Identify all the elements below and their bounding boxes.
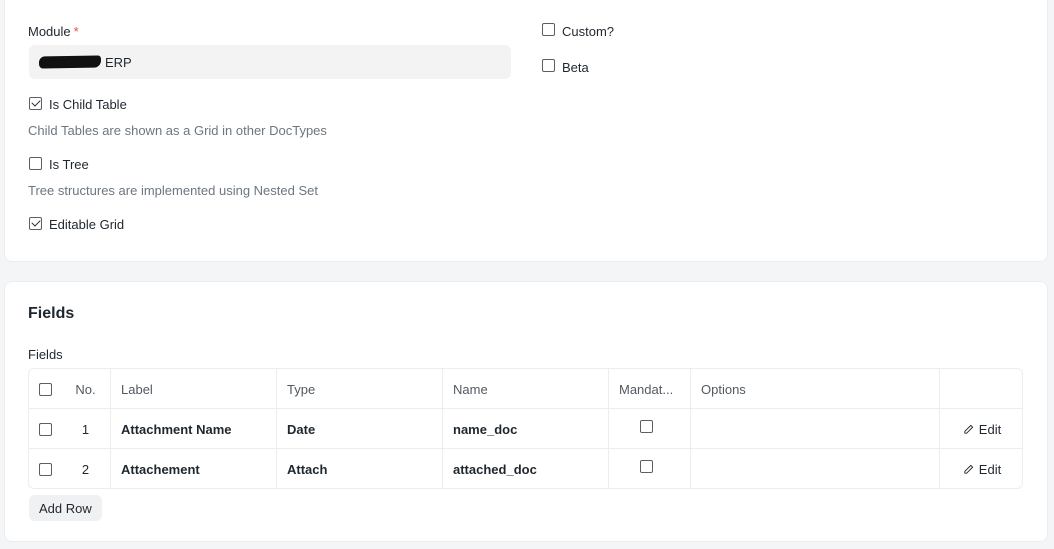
custom-label: Custom? [562,24,615,39]
column-header-actions [940,369,1022,409]
row-mandatory-cell [609,409,691,449]
row-select-checkbox[interactable] [39,462,52,476]
row-type[interactable]: Attach [277,449,443,488]
editable-grid-checkbox[interactable] [29,217,42,230]
fields-grid-label: Fields [28,347,63,362]
module-field[interactable]: ERP [29,45,511,79]
grid-header-row: No. Label Type Name Mandat... Options [29,369,1022,409]
column-header-name: Name [443,369,609,409]
column-header-mandatory: Mandat... [609,369,691,409]
is-tree-description: Tree structures are implemented using Ne… [28,183,318,198]
row-edit-cell: Edit [940,409,1022,449]
row-edit-cell: Edit [940,449,1022,488]
column-header-type: Type [277,369,443,409]
grid-select-all-cell [29,369,61,409]
row-options[interactable] [691,409,940,449]
row-name[interactable]: attached_doc [443,449,609,488]
row-edit-button[interactable]: Edit [963,462,1001,477]
column-header-label: Label [111,369,277,409]
row-select-checkbox[interactable] [39,422,52,436]
is-child-table-checkbox[interactable] [29,97,42,110]
custom-checkbox[interactable] [542,23,555,36]
module-label: Module * [28,24,79,39]
fields-grid: No. Label Type Name Mandat... Options 1 … [28,368,1023,489]
pencil-icon [963,464,974,475]
redacted-text [38,55,102,69]
row-edit-label: Edit [978,421,1002,437]
row-mandatory-checkbox[interactable] [640,419,653,433]
row-number: 2 [61,449,111,488]
table-row[interactable]: 1 Attachment Name Date name_doc Edit [29,409,1022,449]
row-number: 1 [61,409,111,449]
row-label[interactable]: Attachment Name [111,409,277,449]
row-label[interactable]: Attachement [111,449,277,488]
required-mark: * [73,24,79,39]
is-child-table-description: Child Tables are shown as a Grid in othe… [28,123,327,138]
pencil-icon [963,424,974,435]
row-edit-label: Edit [978,461,1002,477]
is-tree-checkbox[interactable] [29,157,42,170]
doctype-settings-card: Module * ERP Custom? Beta Is Child Table … [4,0,1048,262]
row-select-cell [29,449,61,488]
beta-checkbox[interactable] [542,59,555,72]
fields-section-card: Fields Fields No. Label Type Name Mandat… [4,281,1048,542]
is-child-table-label: Is Child Table [49,97,127,112]
editable-grid-label: Editable Grid [49,217,125,232]
column-header-options: Options [691,369,940,409]
section-title: Fields [28,305,75,322]
table-row[interactable]: 2 Attachement Attach attached_doc Edit [29,449,1022,488]
row-name[interactable]: name_doc [443,409,609,449]
row-edit-button[interactable]: Edit [963,422,1001,437]
column-header-no: No. [61,369,111,409]
row-type[interactable]: Date [277,409,443,449]
add-row-button[interactable]: Add Row [29,495,102,521]
row-select-cell [29,409,61,449]
beta-label: Beta [562,60,589,75]
row-mandatory-cell [609,449,691,488]
row-mandatory-checkbox[interactable] [640,459,653,473]
module-value: ERP [105,54,132,70]
is-tree-label: Is Tree [49,157,89,172]
row-options[interactable] [691,449,940,488]
select-all-checkbox[interactable] [39,382,52,396]
